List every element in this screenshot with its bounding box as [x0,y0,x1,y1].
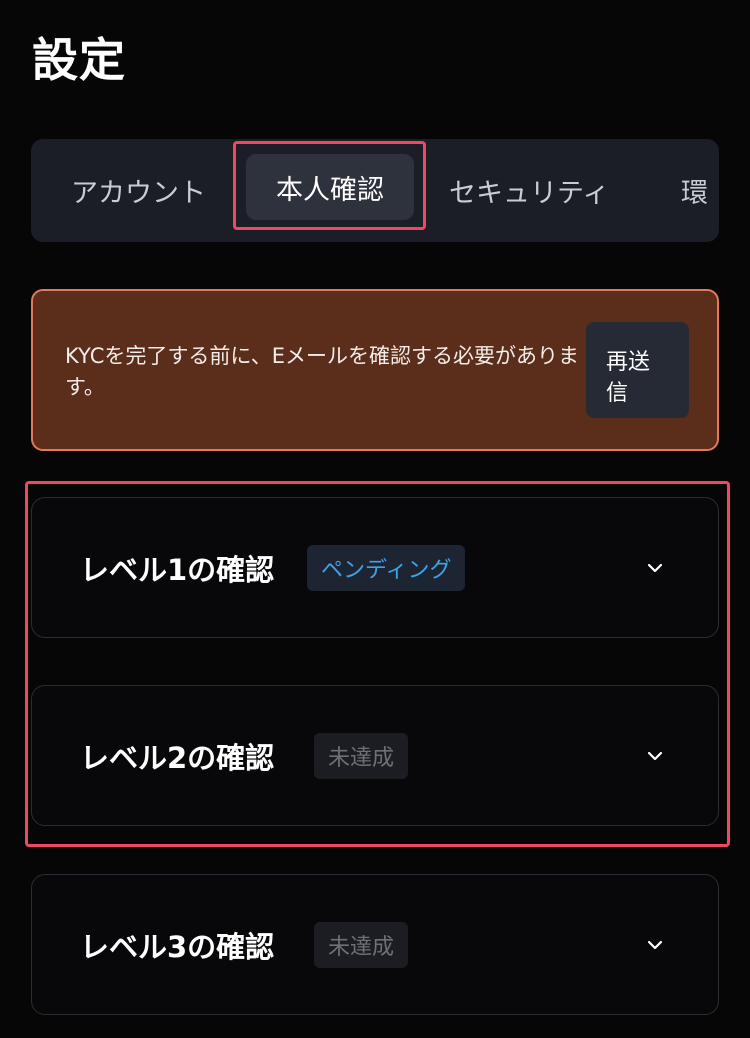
page-title: 設定 [32,33,126,87]
resend-button-label: 再送信 [606,350,651,406]
status-badge: ペンディング [307,544,466,591]
status-badge: 未達成 [314,732,409,779]
chevron-down-icon[interactable] [644,745,666,767]
tab-highlight: 本人確認 [233,141,426,230]
level-1-card[interactable]: レベル1の確認 ペンディング [31,497,719,638]
level-3-card[interactable]: レベル3の確認 未達成 [31,874,719,1015]
settings-page: 設定 アカウント 本人確認 セキュリティ 環 KYCを完了する前に、Eメールを確… [0,0,750,1038]
level-title: レベル1の確認 [80,552,275,587]
settings-tabs: アカウント 本人確認 セキュリティ 環 [31,139,719,242]
chevron-down-icon[interactable] [644,934,666,956]
level-title: レベル3の確認 [80,929,275,964]
tab-security[interactable]: セキュリティ [449,139,619,242]
resend-button[interactable]: 再送信 [586,322,689,418]
status-badge: 未達成 [314,921,409,968]
tab-environment[interactable]: 環 [681,139,719,242]
tab-identity-verification[interactable]: 本人確認 [246,154,414,220]
level-title: レベル2の確認 [80,740,275,775]
chevron-down-icon[interactable] [644,557,666,579]
tab-account[interactable]: アカウント [71,139,246,242]
alert-message: KYCを完了する前に、Eメールを確認する必要があります。 [65,344,580,399]
email-verification-alert: KYCを完了する前に、Eメールを確認する必要があります。 再送信 [31,289,719,451]
level-2-card[interactable]: レベル2の確認 未達成 [31,685,719,826]
